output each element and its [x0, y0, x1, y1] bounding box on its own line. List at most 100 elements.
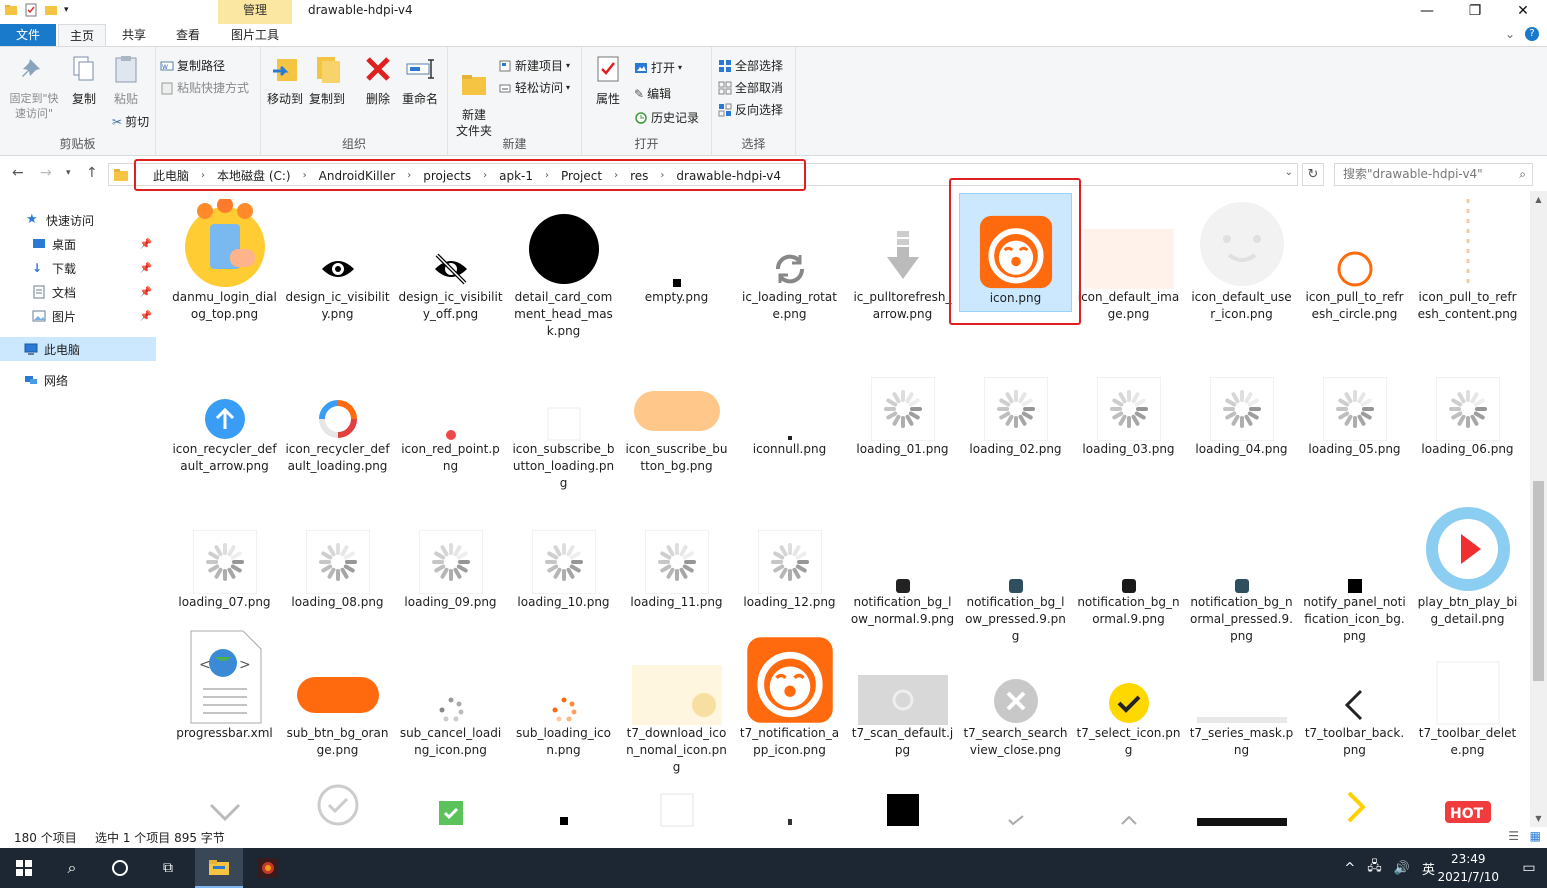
file-tile-partial[interactable]	[733, 783, 846, 827]
details-view-icon[interactable]: ☰	[1508, 829, 1519, 843]
cortana-button[interactable]	[96, 848, 144, 888]
file-tile[interactable]: notification_bg_low_normal.9.png	[846, 498, 959, 628]
file-tile[interactable]: t7_series_mask.png	[1185, 629, 1298, 759]
scroll-thumb[interactable]	[1533, 481, 1544, 681]
file-tile[interactable]: notification_bg_normal.9.png	[1072, 498, 1185, 628]
file-tile[interactable]: loading_05.png	[1298, 345, 1411, 458]
file-tile[interactable]: notify_panel_notification_icon_bg.png	[1298, 498, 1411, 645]
file-tile[interactable]: ic_loading_rotate.png	[733, 193, 846, 323]
file-tile[interactable]: icon_pull_to_refresh_content.png	[1411, 193, 1524, 323]
search-icon[interactable]: ⌕	[1519, 164, 1526, 185]
nav-desktop[interactable]: 桌面 📌	[0, 232, 156, 256]
volume-icon[interactable]: 🔊	[1394, 861, 1410, 876]
start-button[interactable]	[0, 848, 48, 888]
copy-to-button[interactable]: 复制到	[309, 53, 345, 107]
file-tile[interactable]: loading_12.png	[733, 498, 846, 611]
tab-file[interactable]: 文件	[0, 24, 56, 46]
file-tile[interactable]: detail_card_comment_head_mask.png	[507, 193, 620, 340]
recent-locations-icon[interactable]: ▾	[66, 168, 71, 178]
network-tray-icon[interactable]: 🖧	[1367, 857, 1382, 879]
edit-button[interactable]: ✎ 编辑	[634, 85, 671, 102]
file-tile[interactable]: t7_toolbar_delete.png	[1411, 629, 1524, 759]
tab-share[interactable]: 共享	[110, 24, 158, 46]
file-tile[interactable]: icon_recycler_default_loading.png	[281, 345, 394, 475]
file-tile[interactable]: t7_search_searchview_close.png	[959, 629, 1072, 759]
scroll-down-icon[interactable]: ▼	[1530, 814, 1547, 823]
up-arrow-icon[interactable]: ↑	[86, 165, 98, 181]
pin-icon[interactable]: 📌	[140, 287, 152, 298]
file-tile-partial[interactable]	[959, 783, 1072, 827]
file-tile[interactable]: < > progressbar.xml	[168, 629, 281, 742]
file-tile[interactable]: notification_bg_normal_pressed.9.png	[1185, 498, 1298, 645]
file-tile[interactable]: danmu_login_dialog_top.png	[168, 193, 281, 323]
select-all-button[interactable]: 全部选择	[718, 57, 783, 74]
nav-documents[interactable]: 文档 📌	[0, 280, 156, 304]
address-dropdown-icon[interactable]: ⌄	[1285, 167, 1293, 178]
taskbar-file-explorer[interactable]	[195, 848, 243, 888]
file-tile[interactable]: icon_pull_to_refresh_circle.png	[1298, 193, 1411, 323]
file-tile-partial[interactable]	[1298, 783, 1411, 827]
cut-button[interactable]: ✂ 剪切	[112, 113, 149, 130]
ime-indicator[interactable]: 英	[1422, 859, 1435, 878]
copy-path-button-2[interactable]: W 复制路径	[160, 57, 225, 74]
refresh-button[interactable]: ↻	[1302, 163, 1324, 186]
scroll-up-icon[interactable]: ▲	[1530, 195, 1547, 204]
clock[interactable]: 23:49 2021/7/10	[1437, 850, 1499, 886]
file-tile[interactable]: loading_09.png	[394, 498, 507, 611]
notifications-button[interactable]: ▭	[1511, 848, 1547, 888]
file-tile[interactable]: icon_subscribe_button_loading.png	[507, 345, 620, 492]
close-button[interactable]: ✕	[1499, 0, 1547, 24]
minimize-button[interactable]: —	[1403, 0, 1451, 24]
tab-home[interactable]: 主页	[58, 24, 106, 46]
taskbar-androidkiller[interactable]	[244, 848, 292, 888]
file-tile-partial[interactable]	[507, 783, 620, 827]
file-tile-partial[interactable]: HOT	[1411, 783, 1524, 827]
file-tile-partial[interactable]	[394, 783, 507, 827]
file-tile[interactable]: loading_06.png	[1411, 345, 1524, 458]
history-button[interactable]: 历史记录	[634, 109, 699, 126]
file-tile[interactable]: empty.png	[620, 193, 733, 306]
paste-shortcut-button[interactable]: 粘贴快捷方式	[160, 79, 249, 96]
file-tile[interactable]: t7_scan_default.jpg	[846, 629, 959, 759]
pin-icon[interactable]: 📌	[140, 239, 152, 250]
nav-network[interactable]: 网络	[0, 368, 156, 392]
forward-arrow-icon[interactable]: →	[40, 165, 52, 181]
file-tile-partial[interactable]	[1185, 783, 1298, 827]
file-tile[interactable]: design_ic_visibility.png	[281, 193, 394, 323]
tab-view[interactable]: 查看	[164, 24, 212, 46]
rename-button[interactable]: 重命名	[399, 53, 441, 107]
nav-quick-access[interactable]: ★ 快速访问	[0, 208, 156, 232]
back-arrow-icon[interactable]: ←	[12, 165, 24, 181]
pin-icon[interactable]: 📌	[140, 311, 152, 322]
properties-check-icon[interactable]	[24, 3, 38, 17]
maximize-button[interactable]: ❐	[1451, 0, 1499, 24]
file-tile[interactable]: iconnull.png	[733, 345, 846, 458]
pin-quick-access-button[interactable]: 固定到"快速访问"	[4, 53, 64, 121]
file-tile-partial[interactable]	[281, 783, 394, 827]
properties-button[interactable]: 属性	[590, 53, 626, 107]
paste-button[interactable]: 粘贴	[108, 53, 144, 107]
help-icon[interactable]: ?	[1525, 27, 1539, 41]
file-tile[interactable]: icon_suscribe_button_bg.png	[620, 345, 733, 475]
collapse-ribbon-icon[interactable]: ⌄	[1505, 27, 1515, 41]
file-tile[interactable]: loading_10.png	[507, 498, 620, 611]
file-tile[interactable]: sub_btn_bg_orange.png	[281, 629, 394, 759]
file-tile[interactable]: notification_bg_low_pressed.9.png	[959, 498, 1072, 645]
tab-manage[interactable]: 管理	[218, 0, 292, 24]
copy-button[interactable]: 复制	[68, 53, 100, 107]
search-input[interactable]: 搜索"drawable-hdpi-v4" ⌕	[1334, 163, 1533, 186]
show-hidden-icons-icon[interactable]: ^	[1344, 861, 1355, 876]
file-tile[interactable]: icon_recycler_default_arrow.png	[168, 345, 281, 475]
file-tile[interactable]: loading_08.png	[281, 498, 394, 611]
task-view-button[interactable]: ⧉	[144, 848, 192, 888]
new-folder-icon[interactable]	[44, 3, 58, 17]
file-tile[interactable]: loading_11.png	[620, 498, 733, 611]
file-tile[interactable]: t7_select_icon.png	[1072, 629, 1185, 759]
file-tile-partial[interactable]	[620, 783, 733, 827]
file-tile[interactable]: loading_03.png	[1072, 345, 1185, 458]
pin-icon[interactable]: 📌	[140, 263, 152, 274]
qat-dropdown-icon[interactable]: ▾	[64, 5, 69, 15]
file-tile[interactable]: loading_02.png	[959, 345, 1072, 458]
file-tile[interactable]: icon_red_point.png	[394, 345, 507, 475]
file-tile-partial[interactable]	[168, 783, 281, 827]
